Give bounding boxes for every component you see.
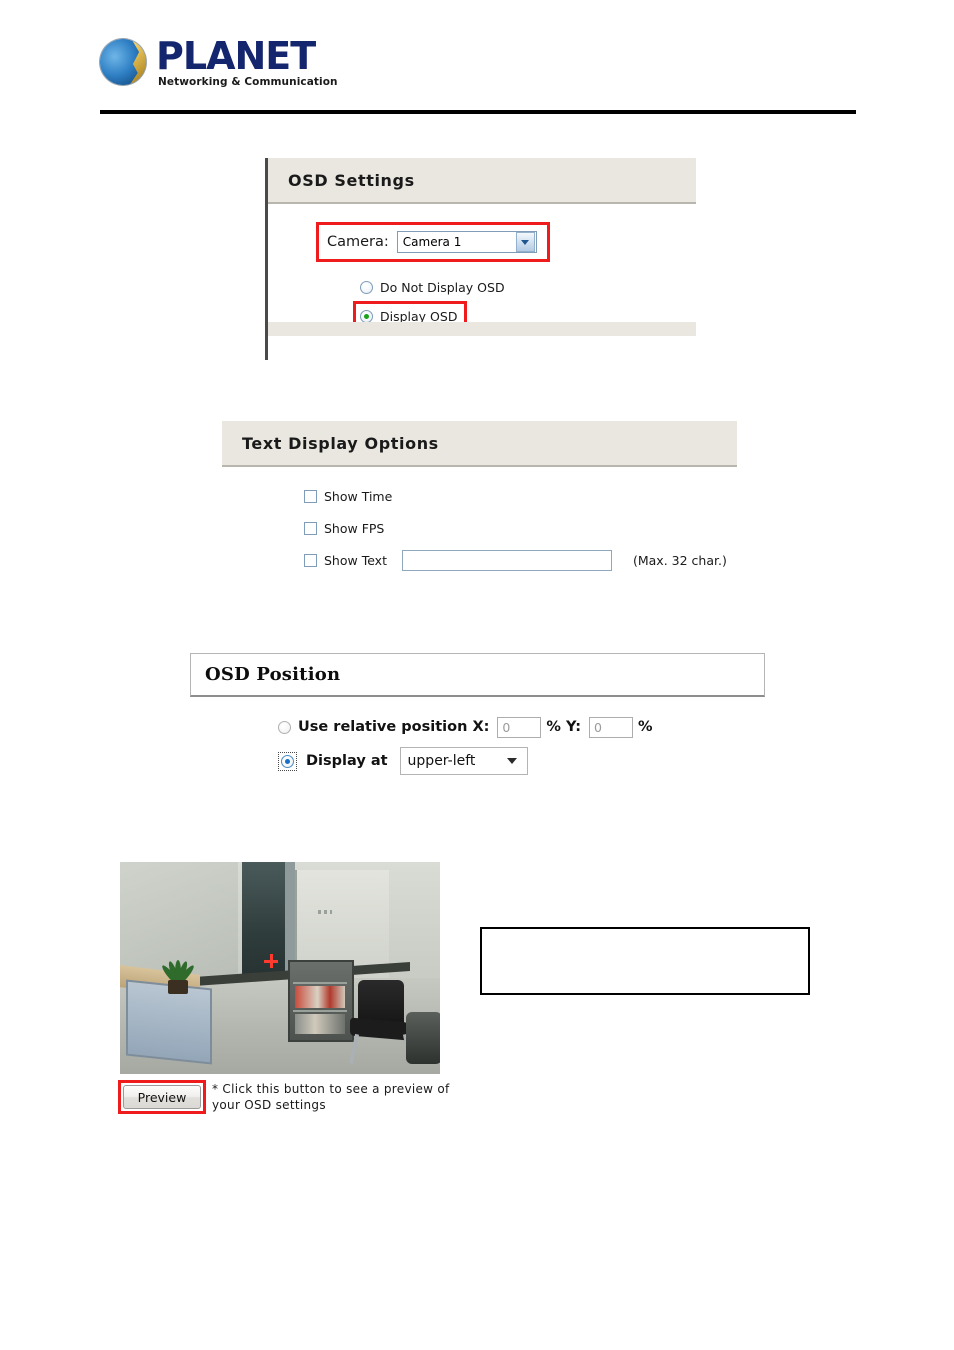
checkbox-label: Show Time [324, 488, 393, 504]
photo-plant [158, 946, 198, 986]
radio-icon-unchecked[interactable] [278, 720, 291, 734]
max-char-note: (Max. 32 char.) [632, 552, 727, 568]
osd-position-title: OSD Position [205, 664, 341, 685]
osd-position-header: OSD Position [190, 653, 765, 697]
relative-y-input[interactable]: 0 [589, 716, 633, 738]
option-use-relative-position[interactable]: Use relative position X: 0 % Y: 0 % [278, 715, 765, 739]
camera-select-button[interactable] [515, 232, 535, 252]
camera-preview-image [120, 862, 440, 1074]
checkbox-icon[interactable] [304, 553, 317, 567]
text-display-options-body: Show Time Show FPS Show Text (Max. 32 ch… [222, 467, 737, 571]
brand-logo: PLANET Networking & Communication [100, 34, 856, 90]
header-divider [100, 110, 856, 114]
osd-settings-title: OSD Settings [288, 170, 415, 190]
radio-focus-ring [278, 751, 297, 771]
photo-utility-cart [288, 960, 354, 1042]
text-display-options-title: Text Display Options [242, 433, 439, 453]
radio-do-not-display-osd[interactable]: Do Not Display OSD [360, 276, 505, 298]
checkbox-show-time[interactable]: Show Time [304, 487, 737, 505]
radio-icon-unchecked[interactable] [360, 280, 373, 294]
preview-note: * Click this button to see a preview of … [212, 1082, 450, 1113]
camera-label: Camera: [327, 234, 389, 250]
planet-globe-icon [100, 39, 146, 85]
radio-icon-checked[interactable] [281, 754, 294, 768]
checkbox-show-text[interactable]: Show Text (Max. 32 char.) [304, 549, 737, 571]
text-display-options-header: Text Display Options [222, 421, 737, 467]
photo-wall-marks [318, 910, 332, 914]
checkbox-icon[interactable] [304, 489, 317, 503]
display-at-label: Display at [306, 753, 388, 769]
osd-settings-footer-strip [268, 322, 696, 336]
photo-background-object [406, 1012, 440, 1064]
preview-button-row: Preview * Click this button to see a pre… [118, 1080, 450, 1114]
photo-cart-items-bottom [295, 1014, 345, 1034]
checkbox-show-fps[interactable]: Show FPS [304, 519, 737, 537]
osd-text-input[interactable] [401, 549, 612, 571]
office-room-photo [120, 862, 440, 1074]
radio-icon-checked[interactable] [360, 309, 373, 323]
osd-settings-header: OSD Settings [268, 158, 696, 204]
osd-position-panel: OSD Position Use relative position X: 0 … [190, 653, 765, 798]
checkbox-icon[interactable] [304, 521, 317, 535]
y-axis-label: Y: [565, 719, 581, 735]
display-at-select-value: upper-left [407, 753, 476, 769]
chevron-down-icon [506, 758, 517, 764]
x-percent-sign: % [546, 719, 561, 735]
page-header: PLANET Networking & Communication [100, 34, 856, 114]
osd-settings-body: Camera: Camera 1 Do Not Display OSD Disp… [268, 204, 696, 336]
preview-button-highlight: Preview [118, 1080, 206, 1114]
radio-label: Do Not Display OSD [380, 279, 505, 295]
photo-plant-pot [168, 980, 188, 994]
checkbox-label: Show Text [324, 552, 387, 568]
checkbox-label: Show FPS [324, 520, 385, 536]
preview-button[interactable]: Preview [123, 1085, 201, 1109]
photo-cart-items-top [295, 986, 345, 1008]
camera-select-value: Camera 1 [402, 235, 462, 249]
display-at-select[interactable]: upper-left [399, 747, 528, 775]
y-percent-sign: % [638, 719, 653, 735]
text-display-options-panel: Text Display Options Show Time Show FPS … [222, 421, 737, 576]
annotation-callout-box [480, 927, 810, 995]
brand-logo-text: PLANET Networking & Communication [156, 37, 338, 88]
option-display-at[interactable]: Display at upper-left [278, 747, 765, 775]
osd-settings-panel: OSD Settings Camera: Camera 1 Do Not Dis… [265, 158, 696, 360]
relative-x-input[interactable]: 0 [497, 716, 542, 738]
crosshair-marker-icon [264, 954, 278, 968]
camera-select[interactable]: Camera 1 [396, 231, 537, 253]
brand-tagline: Networking & Communication [158, 75, 338, 88]
chevron-down-icon [521, 239, 530, 245]
brand-name: PLANET [156, 33, 316, 78]
relative-position-label: Use relative position X: [298, 719, 490, 735]
osd-position-body: Use relative position X: 0 % Y: 0 % Disp… [190, 697, 765, 775]
camera-selector-highlight: Camera: Camera 1 [316, 222, 550, 262]
